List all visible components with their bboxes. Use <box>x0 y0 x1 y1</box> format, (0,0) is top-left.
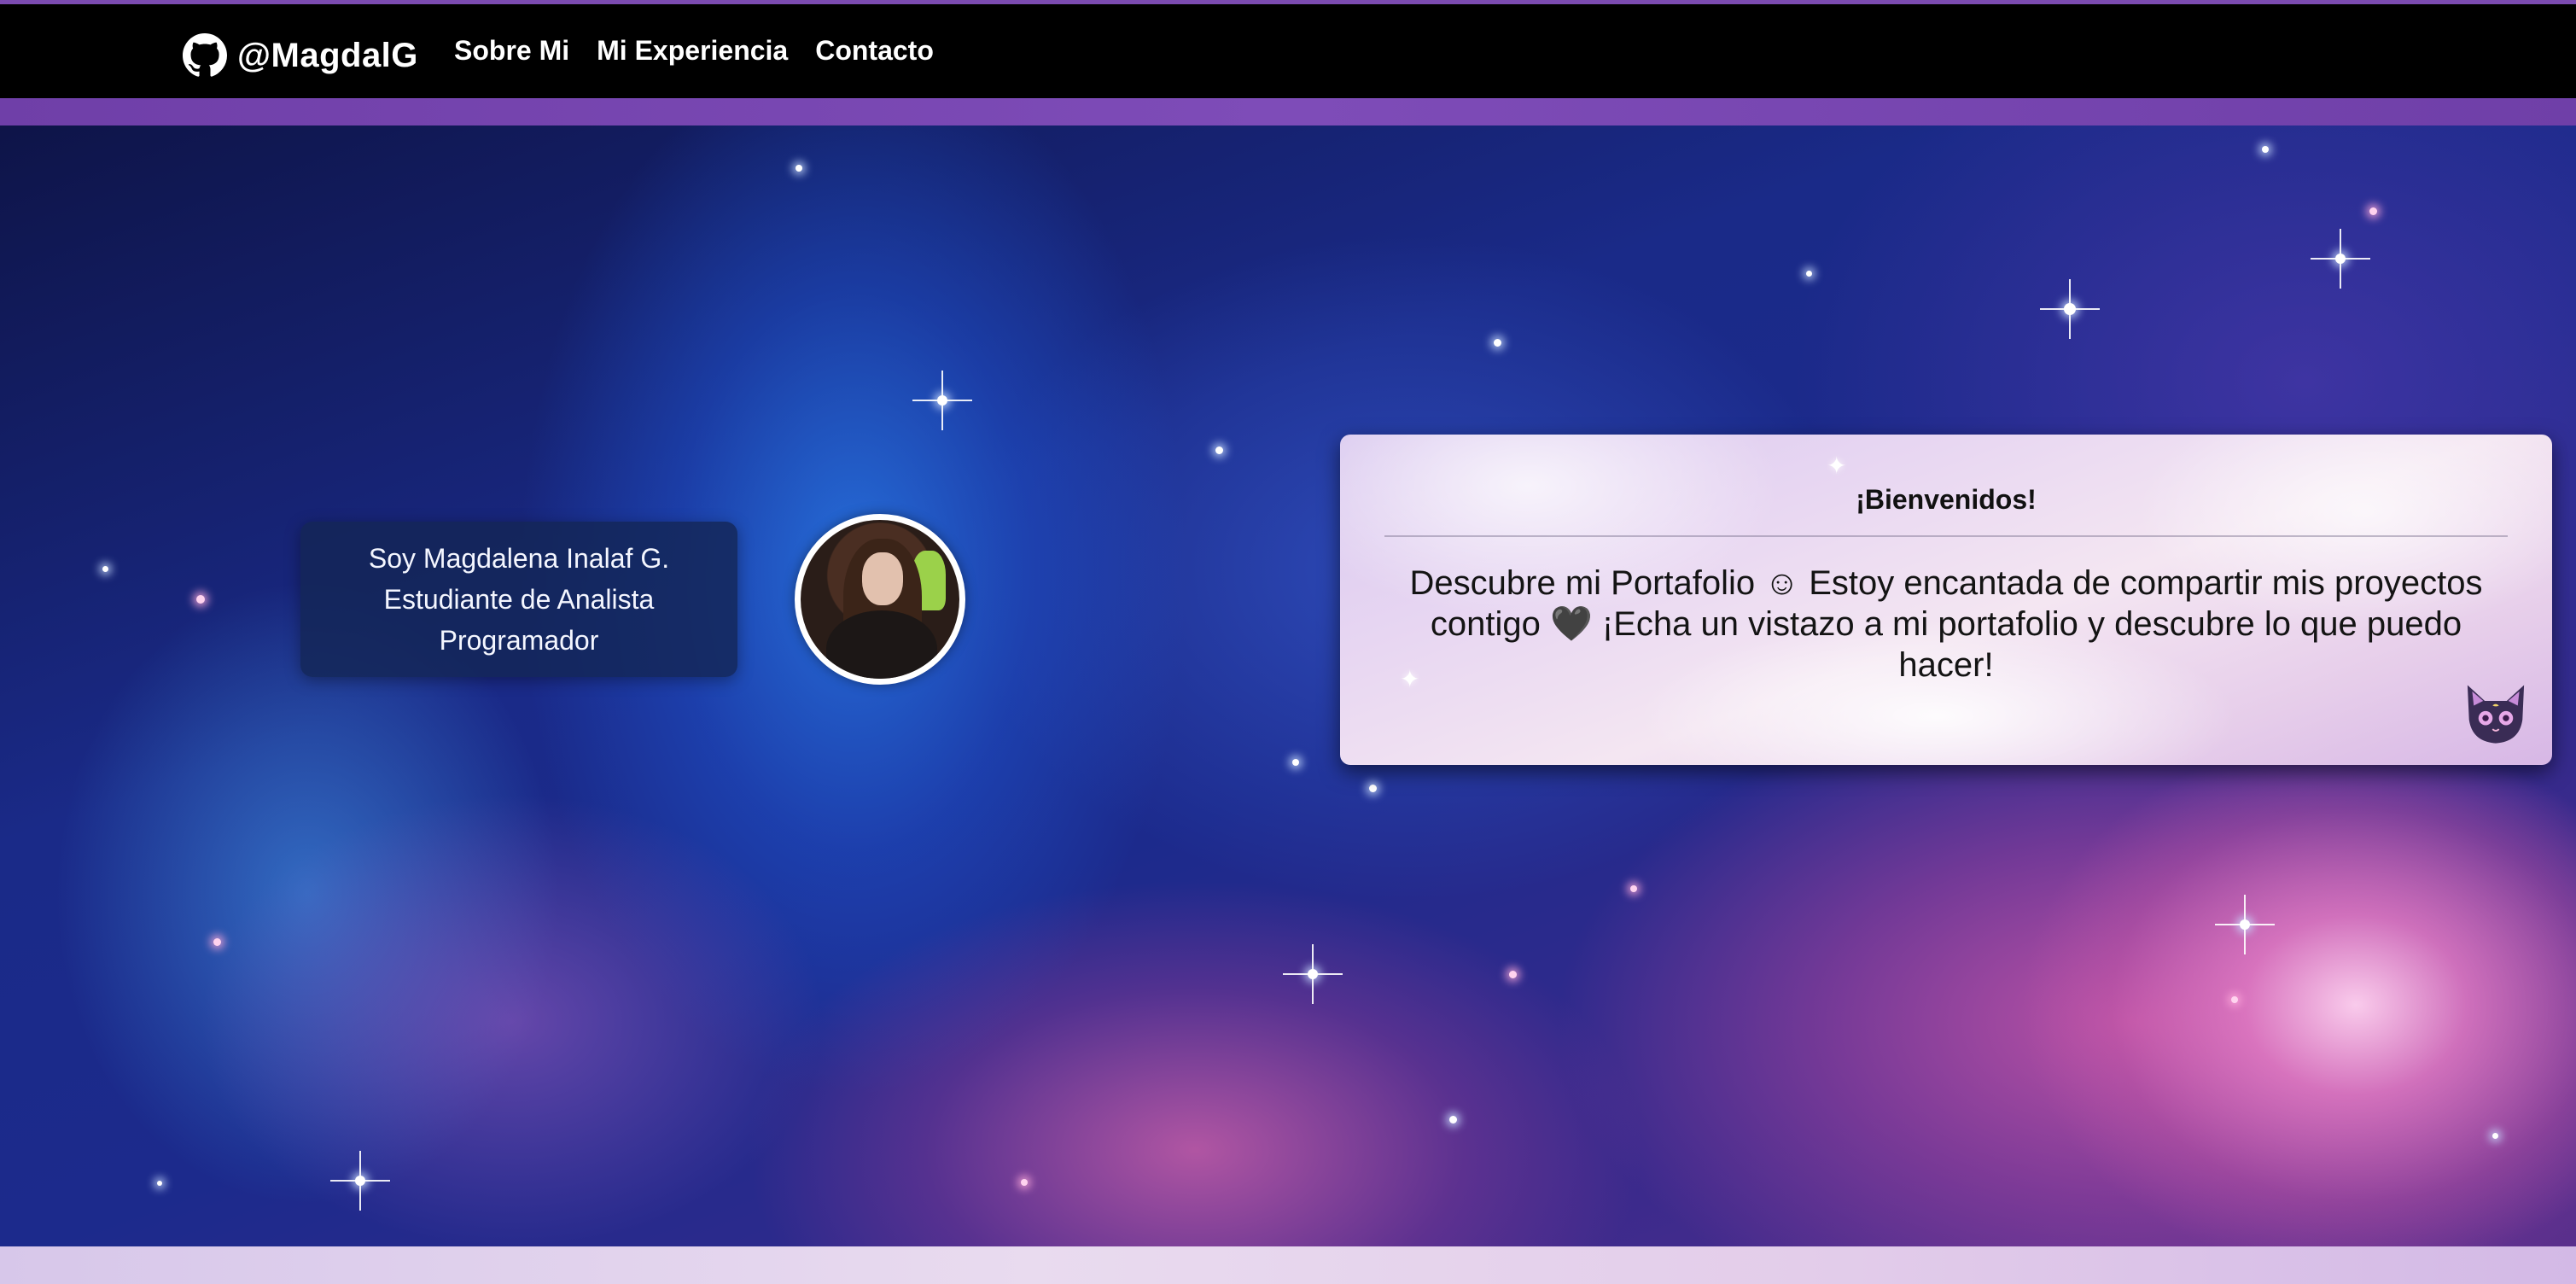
welcome-card: ✦ ✦ ✦ ¡Bienvenidos! Descubre mi Portafol… <box>1340 435 2552 765</box>
star-decoration <box>196 595 205 604</box>
star-decoration <box>912 371 972 430</box>
star-decoration <box>1369 785 1377 792</box>
sparkle-icon: ✦ <box>1827 452 1847 479</box>
star-decoration <box>1283 944 1343 1004</box>
star-decoration <box>1494 339 1501 347</box>
star-decoration <box>1509 971 1517 978</box>
star-decoration <box>2231 996 2238 1003</box>
github-icon <box>183 33 227 77</box>
star-decoration <box>2369 207 2377 215</box>
intro-card: Soy Magdalena Inalaf G. Estudiante de An… <box>300 522 737 677</box>
nav-link-mi-experiencia[interactable]: Mi Experiencia <box>597 35 788 67</box>
star-decoration <box>1630 885 1637 892</box>
intro-role: Estudiante de Analista <box>383 584 655 615</box>
star-decoration <box>157 1181 162 1186</box>
star-decoration <box>2215 895 2275 954</box>
star-decoration <box>213 938 221 946</box>
star-decoration <box>1449 1116 1457 1124</box>
welcome-message: Descubre mi Portafolio ☺ Estoy encantada… <box>1409 564 2483 684</box>
brand-link[interactable]: @MagdalG <box>183 28 418 83</box>
star-decoration <box>2040 279 2100 339</box>
star-decoration <box>1021 1179 1028 1186</box>
brand-label: @MagdalG <box>237 36 418 74</box>
star-decoration <box>330 1151 390 1211</box>
navbar: @MagdalG Sobre Mi Mi Experiencia Contact… <box>0 4 2576 98</box>
nav-links: Sobre Mi Mi Experiencia Contacto <box>454 35 934 67</box>
star-decoration <box>1215 446 1223 454</box>
star-decoration <box>2492 1133 2498 1139</box>
nav-link-sobre-mi[interactable]: Sobre Mi <box>454 35 569 67</box>
cat-icon <box>2467 685 2525 744</box>
intro-role-continued: Programador <box>439 625 599 656</box>
profile-avatar <box>795 514 965 685</box>
welcome-title: ¡Bienvenidos! <box>1856 484 2037 515</box>
star-decoration <box>796 165 802 172</box>
navbar-accent-band <box>0 98 2576 125</box>
intro-name: Soy Magdalena Inalaf G. <box>368 543 670 574</box>
star-decoration <box>1292 759 1299 766</box>
nav-link-contacto[interactable]: Contacto <box>815 35 934 67</box>
welcome-divider <box>1384 535 2508 537</box>
star-decoration <box>2311 229 2370 289</box>
star-decoration <box>102 566 108 572</box>
star-decoration <box>1806 271 1812 277</box>
star-decoration <box>2262 146 2269 153</box>
next-section-preview <box>0 1246 2576 1284</box>
